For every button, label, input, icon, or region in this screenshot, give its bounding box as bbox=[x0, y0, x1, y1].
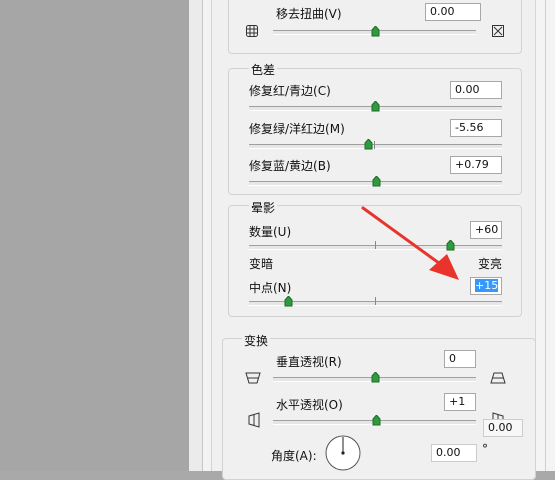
red-cyan-label: 修复红/青边(C) bbox=[249, 84, 331, 98]
transform-group bbox=[222, 338, 536, 480]
vertical-perspective-label: 垂直透视(R) bbox=[276, 355, 342, 369]
green-magenta-label: 修复绿/洋红边(M) bbox=[249, 122, 345, 136]
vertical-perspective-input[interactable]: 0 bbox=[444, 350, 476, 368]
red-cyan-slider-thumb[interactable] bbox=[371, 101, 380, 112]
horizontal-perspective-label: 水平透视(O) bbox=[276, 398, 343, 412]
vignette-midpoint-label: 中点(N) bbox=[249, 281, 292, 295]
partial-value-field[interactable]: 0.00 bbox=[483, 419, 523, 437]
green-magenta-slider-thumb[interactable] bbox=[364, 139, 373, 150]
green-magenta-input[interactable]: -5.56 bbox=[450, 119, 502, 137]
blue-yellow-input[interactable]: +0.79 bbox=[450, 156, 502, 174]
angle-degree-symbol: ° bbox=[482, 442, 488, 456]
horizontal-perspective-left-icon[interactable] bbox=[247, 411, 261, 429]
distortion-pincushion-icon[interactable] bbox=[491, 24, 505, 38]
scrollbar-line bbox=[545, 0, 546, 471]
vignette-midpoint-slider-thumb[interactable] bbox=[284, 296, 293, 307]
angle-label: 角度(A): bbox=[271, 449, 317, 463]
distortion-barrel-icon[interactable] bbox=[245, 24, 259, 38]
blue-yellow-slider-thumb[interactable] bbox=[372, 176, 381, 187]
vignette-darken-label: 变暗 bbox=[249, 257, 274, 271]
vignette-amount-input[interactable]: +60 bbox=[470, 221, 502, 239]
red-cyan-input[interactable]: 0.00 bbox=[450, 81, 502, 99]
divider-rail-inner bbox=[203, 0, 212, 471]
chromatic-aberration-title: 色差 bbox=[249, 61, 278, 78]
distortion-slider-thumb[interactable] bbox=[371, 26, 380, 37]
vignette-midpoint-input[interactable]: +15 bbox=[470, 277, 502, 295]
distortion-label: 移去扭曲(V) bbox=[276, 7, 342, 21]
vertical-perspective-right-icon[interactable] bbox=[489, 371, 507, 385]
horizontal-perspective-slider-thumb[interactable] bbox=[372, 415, 381, 426]
vignette-midpoint-selected-text: +15 bbox=[475, 279, 499, 292]
green-magenta-slider[interactable] bbox=[249, 144, 502, 149]
blue-yellow-label: 修复蓝/黄边(B) bbox=[249, 159, 331, 173]
vignette-midpoint-center-tick bbox=[375, 297, 376, 305]
horizontal-perspective-input[interactable]: +1 bbox=[444, 393, 476, 411]
vignette-lighten-label: 变亮 bbox=[478, 257, 503, 271]
vignette-title: 晕影 bbox=[249, 199, 278, 216]
vignette-amount-label: 数量(U) bbox=[249, 225, 292, 239]
distortion-input[interactable]: 0.00 bbox=[425, 3, 481, 21]
angle-dial[interactable] bbox=[324, 434, 362, 472]
left-canvas-area bbox=[0, 0, 189, 471]
annotation-arrow bbox=[361, 206, 459, 280]
transform-title: 变换 bbox=[242, 332, 271, 349]
divider-rail bbox=[189, 0, 203, 471]
green-magenta-center-tick bbox=[374, 141, 375, 149]
angle-input[interactable]: 0.00 bbox=[431, 444, 477, 462]
vertical-perspective-slider-thumb[interactable] bbox=[371, 372, 380, 383]
vertical-perspective-left-icon[interactable] bbox=[244, 371, 262, 385]
